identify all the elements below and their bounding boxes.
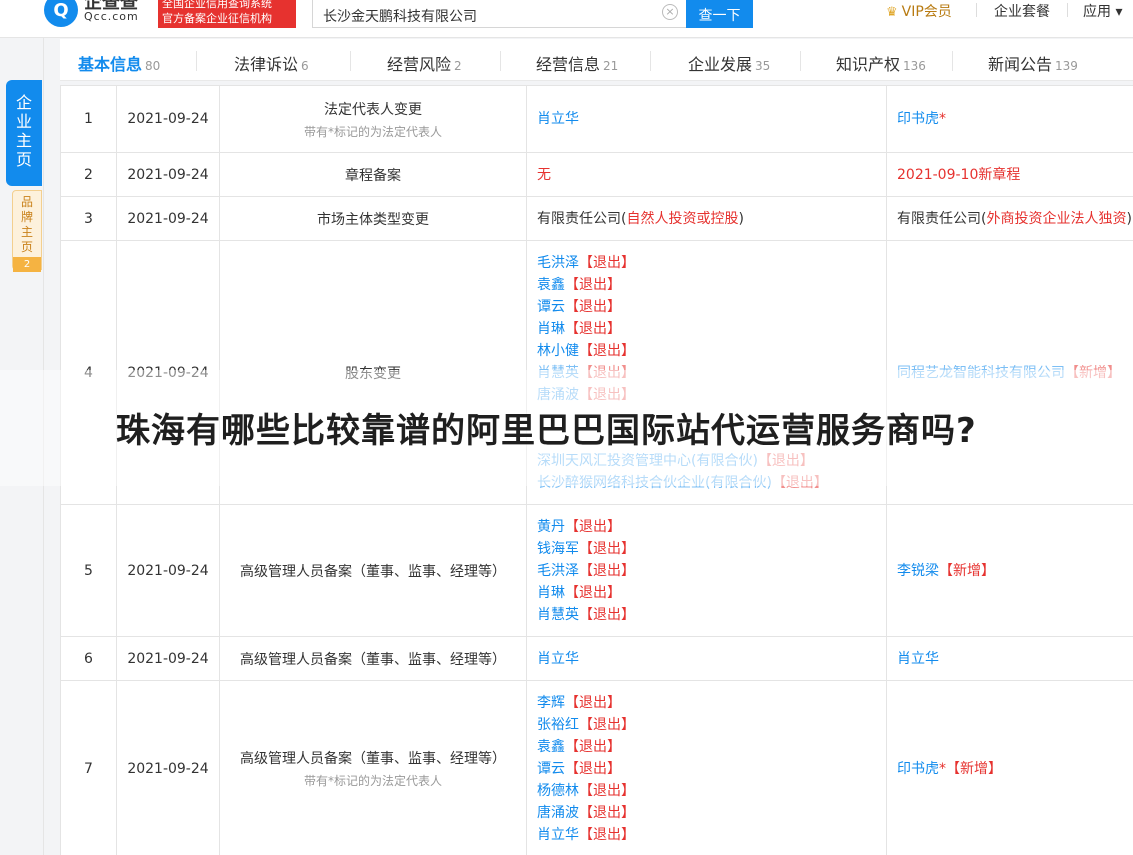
logo-cn-text: 企查查: [84, 0, 138, 13]
package-link[interactable]: 企业套餐: [994, 1, 1050, 21]
logo-mark-icon: Q: [44, 0, 78, 27]
tab-litigation[interactable]: 法律诉讼 6: [234, 51, 309, 75]
tab-business-risk[interactable]: 经营风险 2: [387, 51, 462, 75]
table-row: 6 2021-09-24 高级管理人员备案（董事、监事、经理等） 肖立华 肖立华: [60, 636, 1133, 681]
qcc-logo[interactable]: Q 企查查 Qcc.com: [44, 0, 139, 28]
tab-ip[interactable]: 知识产权 136: [836, 51, 926, 75]
logo-en-text: Qcc.com: [84, 10, 139, 23]
table-row: 5 2021-09-24 高级管理人员备案（董事、监事、经理等） 黄丹【退出】 …: [60, 504, 1133, 637]
nav-divider: [1067, 3, 1068, 17]
section-tabs: 基本信息 80 法律诉讼 6 经营风险 2 经营信息 21 企业发展 35 知识产权 136…: [60, 39, 1133, 81]
before-cell: 黄丹【退出】 钱海军【退出】 毛洪泽【退出】 肖琳【退出】 肖慧英【退出】: [526, 504, 887, 637]
top-bar: Q 企查查 Qcc.com 全国企业信用查询系统 官方备案企业征信机构 长沙金天…: [0, 0, 1133, 38]
vip-link[interactable]: ♛ VIP会员: [886, 1, 952, 21]
clear-icon[interactable]: ×: [662, 4, 678, 20]
apps-menu[interactable]: 应用 ▾: [1083, 1, 1122, 21]
overlay-title: 珠海有哪些比较靠谱的阿里巴巴国际站代运营服务商吗?: [116, 411, 977, 451]
nav-divider: [976, 3, 977, 17]
official-badge: 全国企业信用查询系统 官方备案企业征信机构: [158, 0, 296, 28]
vip-crown-icon: ♛: [886, 5, 898, 20]
sidebar-item-brand-home[interactable]: 品 牌 主 页 2: [12, 190, 42, 272]
tab-news[interactable]: 新闻公告 139: [988, 51, 1078, 75]
tab-business-info[interactable]: 经营信息 21: [536, 51, 618, 75]
table-row: 1 2021-09-24 法定代表人变更 带有*标记的为法定代表人 肖立华 印书虎…: [60, 85, 1133, 153]
after-cell: 有限责任公司(外商投资企业法人独资): [886, 196, 1133, 241]
before-cell: 有限责任公司(自然人投资或控股): [526, 196, 887, 241]
before-cell: 李辉【退出】 张裕红【退出】 袁鑫【退出】 谭云【退出】 杨德林【退出】 唐涌波…: [526, 680, 887, 855]
before-cell: 无: [526, 152, 887, 197]
table-row: 3 2021-09-24 市场主体类型变更 有限责任公司(自然人投资或控股) 有…: [60, 196, 1133, 241]
search-input[interactable]: 长沙金天鹏科技有限公司: [312, 0, 686, 28]
after-cell: 印书虎*【新增】: [886, 680, 1133, 855]
sidebar-item-company-home[interactable]: 企 业 主 页: [6, 80, 42, 186]
before-cell: 肖立华: [526, 636, 887, 681]
table-row: 2 2021-09-24 章程备案 无 2021-09-10新章程: [60, 152, 1133, 197]
brand-count-badge: 2: [13, 257, 41, 272]
after-cell: 印书虎*: [886, 85, 1133, 153]
tab-development[interactable]: 企业发展 35: [688, 51, 770, 75]
after-cell: 李锐梁【新增】: [886, 504, 1133, 637]
before-cell: 肖立华: [526, 85, 887, 153]
tab-basic-info[interactable]: 基本信息 80: [78, 51, 160, 75]
table-row: 7 2021-09-24 高级管理人员备案（董事、监事、经理等） 带有*标记的为法…: [60, 680, 1133, 855]
after-cell: 肖立华: [886, 636, 1133, 681]
after-cell: 2021-09-10新章程: [886, 152, 1133, 197]
search-button[interactable]: 查一下: [686, 0, 753, 28]
